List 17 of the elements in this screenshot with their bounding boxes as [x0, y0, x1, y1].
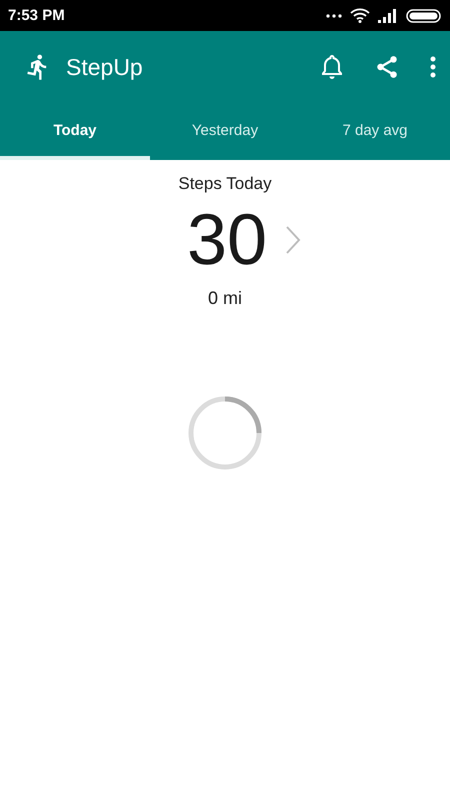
- notifications-button[interactable]: [320, 54, 344, 80]
- tab[interactable]: Today: [0, 104, 150, 160]
- app-title: StepUp: [66, 54, 144, 80]
- wifi-icon: [350, 8, 370, 23]
- steps-count: 30: [186, 199, 268, 282]
- bell-icon: [320, 54, 344, 80]
- battery-icon: [406, 8, 442, 22]
- tab[interactable]: Yesterday: [150, 104, 300, 160]
- tab[interactable]: 7 day avg: [300, 104, 450, 160]
- steps-label: Steps Today: [178, 174, 272, 194]
- signal-icon: [378, 8, 398, 22]
- more-options-icon: [430, 56, 436, 78]
- more-options-button[interactable]: [430, 56, 436, 78]
- distance-text: 0 mi: [208, 288, 242, 309]
- more-dots-icon: [326, 14, 342, 18]
- loading-spinner-icon: [187, 395, 263, 471]
- status-time: 7:53 PM: [8, 7, 65, 24]
